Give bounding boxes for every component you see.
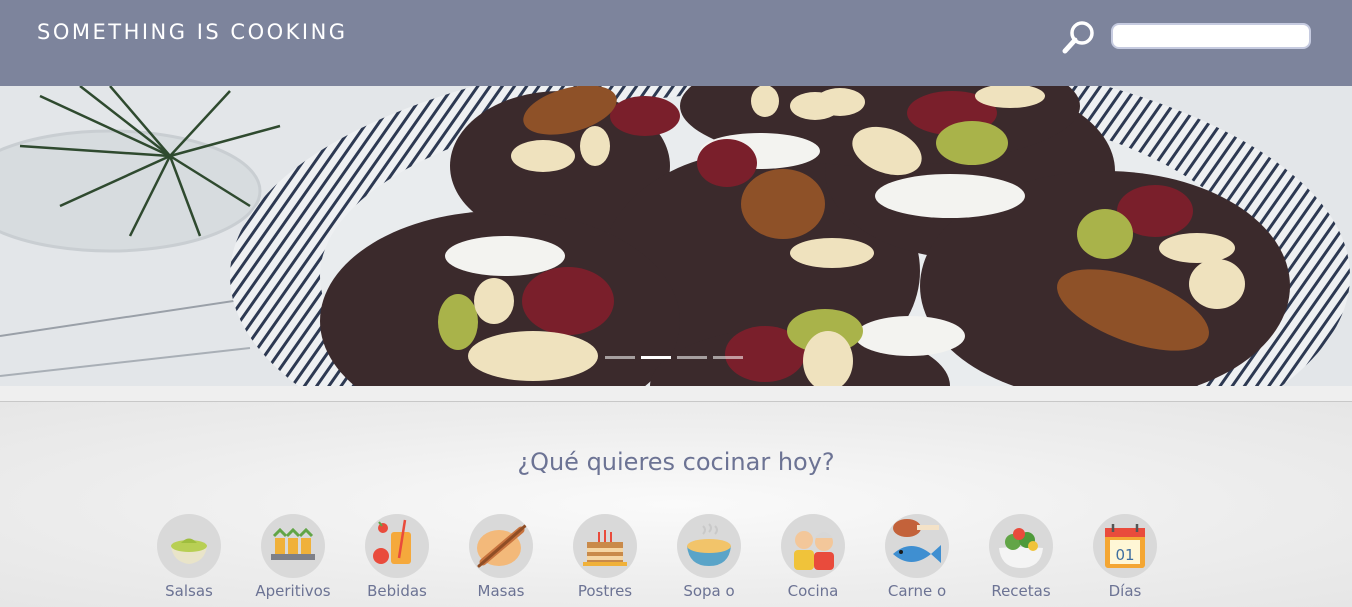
category-dias[interactable]: 01 Días [1075,514,1175,600]
carousel-dot-1[interactable] [605,356,635,359]
hero-carousel [0,86,1352,386]
header-bar: SOMETHING IS COOKING [0,0,1352,86]
grandparents-icon [781,514,845,578]
category-label: Postres [577,582,633,600]
cake-icon [573,514,637,578]
calendar-icon: 01 [1093,514,1157,578]
hero-image [0,86,1352,386]
category-masas[interactable]: Masas [451,514,551,600]
category-label: Cocina [787,582,839,600]
category-label: Bebidas [367,582,427,600]
search-icon[interactable] [1062,20,1096,54]
dough-rolling-pin-icon [469,514,533,578]
category-carne[interactable]: Carne o [867,514,967,600]
carousel-indicators [605,356,743,359]
drink-icon [365,514,429,578]
category-cocina[interactable]: Cocina [763,514,863,600]
category-label: Días [1108,582,1142,600]
appetizer-tray-icon [261,514,325,578]
category-label: Aperitivos [255,582,331,600]
category-label: Sopa o [683,582,735,600]
carousel-dot-2[interactable] [641,356,671,359]
sauce-bowl-icon [157,514,221,578]
category-label: Salsas [165,582,213,600]
category-aperitivos[interactable]: Aperitivos [243,514,343,600]
page-title: ¿Qué quieres cocinar hoy? [517,448,835,476]
salad-bowl-icon [989,514,1053,578]
carousel-dot-4[interactable] [713,356,743,359]
search-input[interactable] [1111,23,1311,49]
calendar-number: 01 [1115,546,1134,564]
category-postres[interactable]: Postres [555,514,655,600]
category-label: Recetas [991,582,1051,600]
category-bebidas[interactable]: Bebidas [347,514,447,600]
category-salsas[interactable]: Salsas [139,514,239,600]
site-logo[interactable]: SOMETHING IS COOKING [37,20,348,44]
meat-fish-icon [885,514,949,578]
category-label: Masas [477,582,525,600]
soup-bowl-icon [677,514,741,578]
category-recetas[interactable]: Recetas [971,514,1071,600]
category-label: Carne o [887,582,947,600]
category-sopa[interactable]: Sopa o [659,514,759,600]
carousel-dot-3[interactable] [677,356,707,359]
